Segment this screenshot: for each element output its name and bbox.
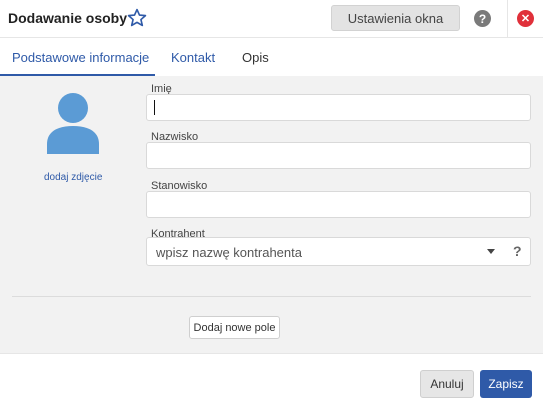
form-body: dodaj zdjęcie Imię Nazwisko Stanowisko K… bbox=[0, 76, 543, 353]
cancel-button[interactable]: Anuluj bbox=[420, 370, 474, 398]
header-divider bbox=[507, 0, 508, 38]
text-cursor bbox=[154, 100, 155, 115]
window-footer: Anuluj Zapisz bbox=[0, 353, 543, 410]
first-name-input[interactable] bbox=[146, 94, 531, 121]
contractor-help-icon[interactable]: ? bbox=[513, 243, 522, 259]
contractor-select[interactable]: wpisz nazwę kontrahenta ? bbox=[146, 237, 531, 266]
avatar-icon[interactable] bbox=[45, 92, 101, 154]
position-input[interactable] bbox=[146, 191, 531, 218]
close-icon[interactable]: ✕ bbox=[517, 10, 534, 27]
tab-basic-info[interactable]: Podstawowe informacje bbox=[12, 50, 149, 65]
add-photo-link[interactable]: dodaj zdjęcie bbox=[44, 172, 102, 183]
tab-contact[interactable]: Kontakt bbox=[171, 50, 215, 65]
section-divider bbox=[12, 296, 531, 297]
add-new-field-button[interactable]: Dodaj nowe pole bbox=[189, 316, 280, 339]
save-button[interactable]: Zapisz bbox=[480, 370, 532, 398]
contractor-placeholder: wpisz nazwę kontrahenta bbox=[156, 245, 302, 260]
last-name-input[interactable] bbox=[146, 142, 531, 169]
window-title: Dodawanie osoby bbox=[8, 10, 128, 26]
tab-bar: Podstawowe informacje Kontakt Opis bbox=[0, 38, 543, 76]
window-header: Dodawanie osoby Ustawienia okna ? ✕ bbox=[0, 0, 543, 38]
window-settings-button[interactable]: Ustawienia okna bbox=[331, 5, 460, 31]
tab-description[interactable]: Opis bbox=[242, 50, 269, 65]
help-icon[interactable]: ? bbox=[474, 10, 491, 27]
chevron-down-icon[interactable] bbox=[487, 249, 495, 254]
star-icon[interactable] bbox=[126, 7, 148, 29]
